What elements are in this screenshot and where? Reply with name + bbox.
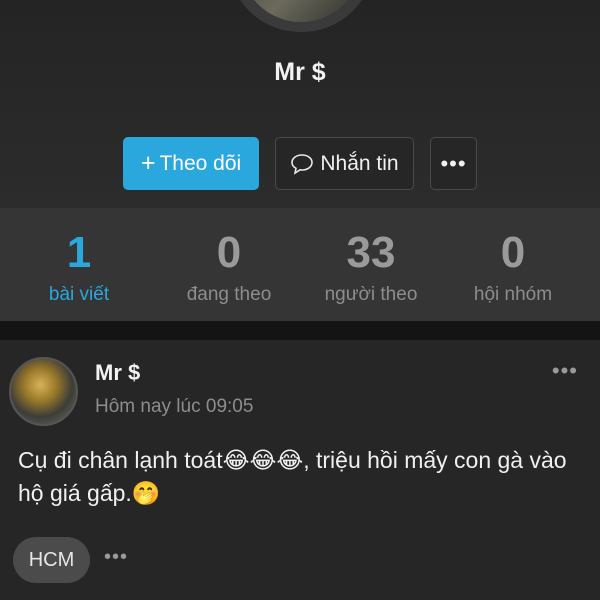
stat-following-label: đang theo [186, 284, 272, 305]
plus-icon: + [140, 149, 156, 177]
stat-posts-value: 1 [66, 228, 92, 277]
more-options-button[interactable]: ••• [430, 137, 477, 190]
message-label: Nhắn tin [320, 151, 399, 175]
profile-stats: 1 bài viết 0 đang theo 33 người theo 0 h… [0, 208, 600, 321]
profile-avatar[interactable] [228, 0, 374, 32]
post-body-text: Cụ đi chân lạnh toát😂😂😂, triệu hồi mấy c… [18, 447, 567, 506]
stat-groups-value: 0 [500, 228, 526, 277]
profile-avatar-image [240, 0, 362, 22]
profile-header: Mr $ + Theo dõi Nhắn tin ••• [0, 0, 600, 208]
stat-groups-label: hội nhóm [473, 284, 553, 305]
post-timestamp: Hôm nay lúc 09:05 [95, 396, 254, 417]
post-author-name[interactable]: Mr $ [95, 360, 140, 386]
section-divider [0, 321, 600, 340]
more-dots-icon: ••• [440, 150, 467, 176]
follow-label: Theo dõi [159, 151, 242, 175]
message-button[interactable]: Nhắn tin [275, 137, 414, 190]
post-card: Mr $ Hôm nay lúc 09:05 ••• Cụ đi chân lạ… [0, 340, 600, 600]
profile-name: Mr $ [274, 58, 326, 86]
stat-groups[interactable]: 0 hội nhóm [442, 208, 584, 321]
follow-button[interactable]: + Theo dõi [123, 137, 259, 190]
stat-followers[interactable]: 33 người theo [300, 208, 442, 321]
post-menu-icon[interactable]: ••• [552, 358, 578, 384]
stat-following[interactable]: 0 đang theo [158, 208, 300, 321]
post-tag-hcm[interactable]: HCM [13, 537, 90, 583]
stat-following-value: 0 [216, 228, 242, 277]
stat-followers-value: 33 [346, 228, 396, 277]
stat-posts[interactable]: 1 bài viết [0, 208, 158, 321]
post-author-avatar[interactable] [9, 357, 78, 426]
tag-more-icon[interactable]: ••• [104, 546, 128, 569]
stat-followers-label: người theo [324, 284, 418, 305]
chat-bubble-icon [291, 153, 314, 175]
stat-posts-label: bài viết [48, 284, 110, 305]
